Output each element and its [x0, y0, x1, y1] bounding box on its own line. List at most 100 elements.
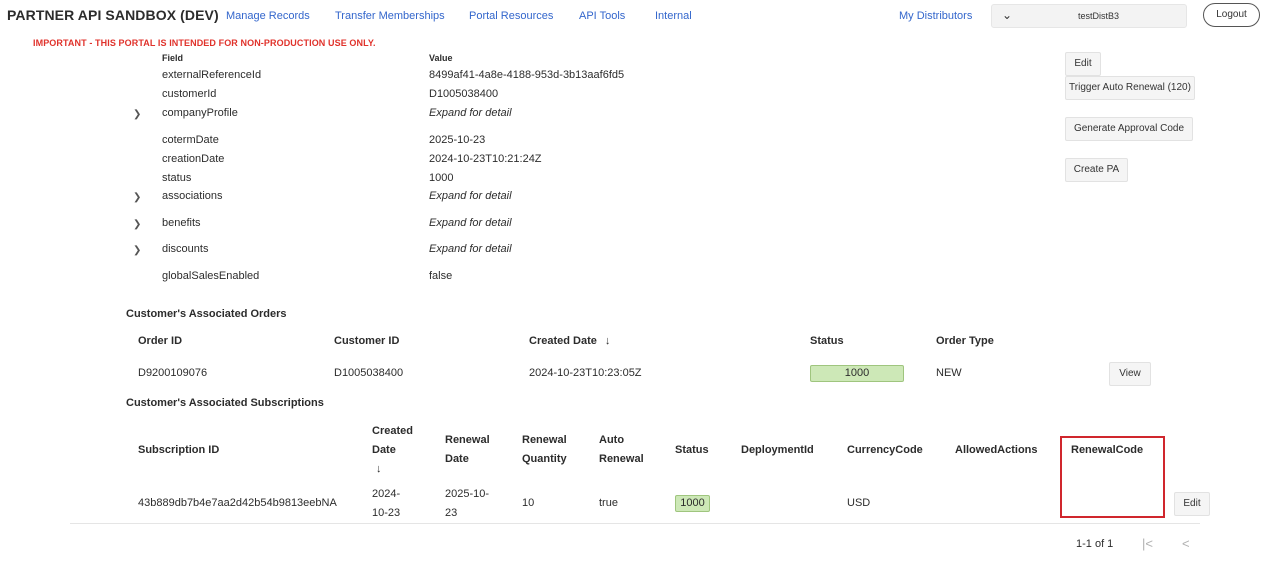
field-value: D1005038400 — [429, 88, 499, 100]
non-production-warning: IMPORTANT - THIS PORTAL IS INTENDED FOR … — [33, 38, 376, 48]
created-date-cell-line2: 10-23 — [372, 507, 401, 519]
chevron-right-icon[interactable]: ❯ — [133, 245, 141, 256]
created-date-cell: 2024-10-23T10:23:05Z — [529, 367, 642, 379]
detail-row: externalReferenceId 8499af41-4a8e-4188-9… — [0, 69, 1000, 85]
field-value: 2025-10-23 — [429, 134, 486, 146]
nav-internal[interactable]: Internal — [655, 10, 692, 22]
renewal-date-cell: 2025-10- 23 — [445, 485, 489, 523]
detail-row: creationDate 2024-10-23T10:21:24Z — [0, 153, 1000, 169]
chevron-right-icon[interactable]: ❯ — [133, 109, 141, 120]
field-name: companyProfile — [162, 107, 238, 119]
field-value: 8499af41-4a8e-4188-953d-3b13aaf6fd5 — [429, 69, 625, 81]
deployment-id-header: DeploymentId — [741, 444, 814, 456]
nav-transfer-memberships[interactable]: Transfer Memberships — [335, 10, 445, 22]
app-title: PARTNER API SANDBOX (DEV) — [7, 7, 219, 23]
renewal-date-header-line1: Renewal — [445, 434, 490, 446]
field-value: Expand for detail — [429, 243, 512, 255]
view-order-button[interactable]: View — [1109, 362, 1151, 386]
value-column-header: Value — [429, 53, 453, 63]
detail-row: status 1000 — [0, 172, 1000, 188]
renewal-date-cell-line2: 23 — [445, 507, 458, 519]
detail-row-expandable[interactable]: ❯ discounts Expand for detail — [0, 243, 1000, 259]
sort-descending-icon[interactable]: ↓ — [372, 460, 413, 479]
chevron-down-icon: ⌄ — [1002, 8, 1013, 22]
field-value: Expand for detail — [429, 217, 512, 229]
auto-renewal-header-line1: Auto — [599, 434, 625, 446]
detail-row-expandable[interactable]: ❯ associations Expand for detail — [0, 190, 1000, 206]
chevron-right-icon[interactable]: ❯ — [133, 192, 141, 203]
renewal-date-header-line2: Date — [445, 453, 469, 465]
field-name: externalReferenceId — [162, 69, 262, 81]
renewal-quantity-header: Renewal Quantity — [522, 431, 567, 469]
currency-code-header: CurrencyCode — [847, 444, 923, 456]
field-value: 2024-10-23T10:21:24Z — [429, 153, 542, 165]
status-header: Status — [810, 335, 844, 347]
nav-portal-resources[interactable]: Portal Resources — [469, 10, 553, 22]
subscription-id-header: Subscription ID — [138, 444, 220, 456]
subscription-id-cell: 43b889db7b4e7aa2d42b54b9813eebNA — [138, 497, 337, 509]
status-badge: 1000 — [675, 495, 710, 512]
created-date-header-label: Created Date — [529, 335, 597, 347]
created-date-header-line1: Created — [372, 425, 413, 437]
renewal-quantity-header-line1: Renewal — [522, 434, 567, 446]
allowed-actions-header: AllowedActions — [955, 444, 1038, 456]
order-type-cell: NEW — [936, 367, 962, 379]
created-date-header-line2: Date — [372, 444, 396, 456]
previous-page-icon[interactable]: < — [1182, 536, 1190, 551]
generate-approval-code-button[interactable]: Generate Approval Code — [1065, 117, 1193, 141]
edit-button[interactable]: Edit — [1065, 52, 1101, 76]
created-date-header[interactable]: Created Date ↓ — [372, 422, 413, 479]
distributor-select[interactable]: ⌄ testDistB3 — [991, 4, 1187, 28]
order-type-header: Order Type — [936, 335, 994, 347]
field-name: creationDate — [162, 153, 225, 165]
field-name: globalSalesEnabled — [162, 270, 260, 282]
sort-descending-icon[interactable]: ↓ — [605, 335, 611, 347]
order-id-cell: D9200109076 — [138, 367, 208, 379]
status-header: Status — [675, 444, 709, 456]
field-name: benefits — [162, 217, 201, 229]
first-page-icon[interactable]: |< — [1142, 536, 1153, 551]
field-name: cotermDate — [162, 134, 219, 146]
field-value: false — [429, 270, 453, 282]
field-name: associations — [162, 190, 223, 202]
created-date-cell-line1: 2024- — [372, 488, 401, 500]
auto-renewal-header-line2: Renewal — [599, 453, 644, 465]
renewal-quantity-cell: 10 — [522, 497, 535, 509]
status-badge: 1000 — [810, 365, 904, 382]
auto-renewal-header: Auto Renewal — [599, 431, 644, 469]
orders-section-title: Customer's Associated Orders — [126, 308, 287, 320]
order-id-header: Order ID — [138, 335, 183, 347]
detail-row: globalSalesEnabled false — [0, 270, 1000, 286]
divider — [70, 523, 1200, 524]
renewal-date-header: Renewal Date — [445, 431, 490, 469]
renewal-code-highlight — [1060, 436, 1165, 518]
field-value: Expand for detail — [429, 107, 512, 119]
trigger-auto-renewal-button[interactable]: Trigger Auto Renewal (120) — [1065, 76, 1195, 100]
detail-row: customerId D1005038400 — [0, 88, 1000, 104]
detail-row-expandable[interactable]: ❯ companyProfile Expand for detail — [0, 107, 1000, 123]
field-name: status — [162, 172, 192, 184]
renewal-quantity-header-line2: Quantity — [522, 453, 567, 465]
top-bar: PARTNER API SANDBOX (DEV) Manage Records… — [0, 0, 1280, 34]
renewal-date-cell-line1: 2025-10- — [445, 488, 490, 500]
field-value: Expand for detail — [429, 190, 512, 202]
field-value: 1000 — [429, 172, 454, 184]
created-date-cell: 2024- 10-23 — [372, 485, 400, 523]
customer-id-header[interactable]: Customer ID — [334, 332, 399, 351]
create-pa-button[interactable]: Create PA — [1065, 158, 1128, 182]
pagination-label: 1-1 of 1 — [1076, 538, 1114, 550]
detail-row-expandable[interactable]: ❯ benefits Expand for detail — [0, 217, 1000, 233]
field-column-header: Field — [162, 53, 184, 63]
distributor-select-value: testDistB3 — [1078, 11, 1120, 21]
nav-api-tools[interactable]: API Tools — [579, 10, 625, 22]
nav-my-distributors[interactable]: My Distributors — [899, 10, 972, 22]
nav-manage-records[interactable]: Manage Records — [226, 10, 310, 22]
field-name: customerId — [162, 88, 217, 100]
field-name: discounts — [162, 243, 209, 255]
created-date-header[interactable]: Created Date ↓ — [529, 332, 610, 351]
logout-button[interactable]: Logout — [1203, 3, 1260, 27]
chevron-right-icon[interactable]: ❯ — [133, 219, 141, 230]
subscriptions-section-title: Customer's Associated Subscriptions — [126, 397, 324, 409]
edit-subscription-button[interactable]: Edit — [1174, 492, 1210, 516]
detail-row: cotermDate 2025-10-23 — [0, 134, 1000, 150]
